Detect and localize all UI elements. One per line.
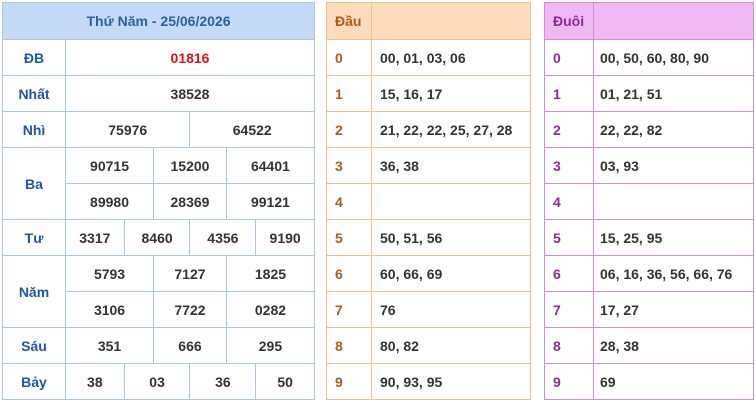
- tail-values: 01, 21, 51: [593, 75, 754, 112]
- head-key: 0: [326, 39, 372, 76]
- prize-label-fifth: Năm: [2, 255, 66, 328]
- prize-number-fifth: 5793: [64, 255, 155, 292]
- head-values: [371, 183, 531, 220]
- prize-label-second: Nhì: [2, 111, 66, 148]
- head-values: 21, 22, 22, 25, 27, 28: [371, 111, 531, 148]
- prize-label-third: Ba: [2, 147, 66, 220]
- prize-number-seventh: 03: [123, 363, 191, 400]
- head-values: 60, 66, 69: [371, 255, 531, 292]
- tail-key: 9: [544, 363, 594, 400]
- prize-number-third: 90715: [64, 147, 155, 184]
- tail-values: 00, 50, 60, 80, 90: [593, 39, 754, 76]
- head-key: 6: [326, 255, 372, 292]
- head-header-blank: [371, 2, 531, 40]
- head-key: 7: [326, 291, 372, 328]
- prize-number-third: 64401: [225, 147, 316, 184]
- head-key: 8: [326, 327, 372, 364]
- prize-number-third: 28369: [153, 183, 227, 220]
- prize-number-fourth: 8460: [123, 219, 191, 256]
- prize-number-fourth: 4356: [189, 219, 257, 256]
- prize-label-special: ĐB: [2, 39, 66, 76]
- prize-label-sixth: Sáu: [2, 327, 66, 364]
- head-key: 3: [326, 147, 372, 184]
- prize-number-fifth: 3106: [64, 291, 155, 328]
- prize-number-third: 89980: [64, 183, 155, 220]
- tail-values: [593, 183, 754, 220]
- tail-title: Đuôi: [544, 2, 594, 40]
- tail-key: 8: [544, 327, 594, 364]
- results-table: Thứ Năm - 25/06/2026 ĐB 01816 Nhất 38528…: [2, 2, 316, 400]
- tail-values: 15, 25, 95: [593, 219, 754, 256]
- head-key: 5: [326, 219, 372, 256]
- tail-header-blank: [593, 2, 754, 40]
- head-values: 76: [371, 291, 531, 328]
- tail-key: 5: [544, 219, 594, 256]
- head-key: 4: [326, 183, 372, 220]
- prize-number-special: 01816: [65, 39, 315, 76]
- prize-number-second: 64522: [189, 111, 315, 148]
- prize-number-fifth: 7127: [153, 255, 227, 292]
- prize-number-seventh: 36: [189, 363, 257, 400]
- head-key: 1: [326, 75, 372, 112]
- prize-number-fourth: 9190: [255, 219, 315, 256]
- results-title: Thứ Năm - 25/06/2026: [2, 2, 315, 40]
- head-key: 2: [326, 111, 372, 148]
- tail-values: 06, 16, 36, 56, 66, 76: [593, 255, 754, 292]
- tail-key: 7: [544, 291, 594, 328]
- head-title: Đầu: [326, 2, 372, 40]
- head-digit-table: Đầu 0 00, 01, 03, 06 1 15, 16, 17 2 21, 22,…: [326, 2, 531, 400]
- head-values: 50, 51, 56: [371, 219, 531, 256]
- head-values: 00, 01, 03, 06: [371, 39, 531, 76]
- prize-number-fifth: 1825: [225, 255, 316, 292]
- tail-key: 1: [544, 75, 594, 112]
- head-values: 36, 38: [371, 147, 531, 184]
- prize-number-first: 38528: [65, 75, 315, 112]
- prize-label-first: Nhất: [2, 75, 66, 112]
- tail-key: 0: [544, 39, 594, 76]
- prize-label-fourth: Tư: [2, 219, 66, 256]
- prize-label-seventh: Bảy: [2, 363, 66, 400]
- tail-values: 22, 22, 82: [593, 111, 754, 148]
- prize-number-seventh: 50: [255, 363, 315, 400]
- tail-key: 4: [544, 183, 594, 220]
- head-key: 9: [326, 363, 372, 400]
- prize-number-third: 15200: [153, 147, 227, 184]
- tail-values: 69: [593, 363, 754, 400]
- tail-key: 6: [544, 255, 594, 292]
- tail-values: 03, 93: [593, 147, 754, 184]
- prize-number-sixth: 351: [64, 327, 155, 364]
- head-values: 90, 93, 95: [371, 363, 531, 400]
- tail-digit-table: Đuôi 0 00, 50, 60, 80, 90 1 01, 21, 51 2 22…: [544, 2, 754, 400]
- tail-key: 3: [544, 147, 594, 184]
- prize-number-sixth: 666: [153, 327, 227, 364]
- head-values: 80, 82: [371, 327, 531, 364]
- prize-number-seventh: 38: [65, 363, 125, 400]
- head-values: 15, 16, 17: [371, 75, 531, 112]
- tail-key: 2: [544, 111, 594, 148]
- tail-values: 28, 38: [593, 327, 754, 364]
- prize-number-fifth: 7722: [153, 291, 227, 328]
- prize-number-fourth: 3317: [65, 219, 125, 256]
- prize-number-second: 75976: [64, 111, 191, 148]
- tail-values: 17, 27: [593, 291, 754, 328]
- prize-number-fifth: 0282: [225, 291, 316, 328]
- prize-number-third: 99121: [225, 183, 316, 220]
- prize-number-sixth: 295: [225, 327, 316, 364]
